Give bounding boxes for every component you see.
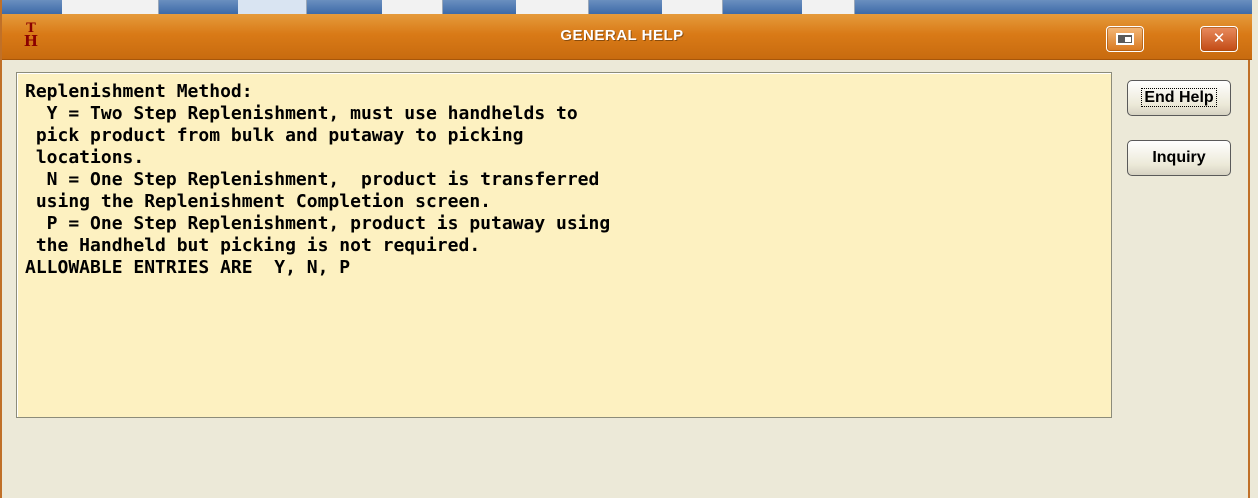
background-tab bbox=[382, 0, 443, 14]
background-tab bbox=[62, 0, 159, 14]
restore-button[interactable] bbox=[1106, 26, 1144, 52]
background-tab bbox=[662, 0, 723, 14]
end-help-button[interactable]: End Help bbox=[1127, 80, 1231, 116]
background-window-strip bbox=[2, 0, 1252, 14]
background-tab bbox=[238, 0, 307, 14]
background-tab bbox=[802, 0, 855, 14]
close-icon: ✕ bbox=[1212, 29, 1226, 47]
title-bar: T H GENERAL HELP ✕ bbox=[2, 14, 1252, 60]
inquiry-button[interactable]: Inquiry bbox=[1127, 140, 1231, 176]
close-button[interactable]: ✕ bbox=[1200, 26, 1238, 52]
restore-icon bbox=[1116, 33, 1134, 45]
inquiry-label: Inquiry bbox=[1152, 149, 1206, 166]
window-title: GENERAL HELP bbox=[560, 27, 684, 44]
end-help-label: End Help bbox=[1141, 88, 1217, 107]
help-text-panel[interactable]: Replenishment Method: Y = Two Step Reple… bbox=[16, 72, 1112, 418]
help-window: T H GENERAL HELP ✕ Replenishment Method:… bbox=[0, 0, 1252, 498]
help-text: Replenishment Method: Y = Two Step Reple… bbox=[25, 81, 611, 278]
background-tab bbox=[516, 0, 589, 14]
